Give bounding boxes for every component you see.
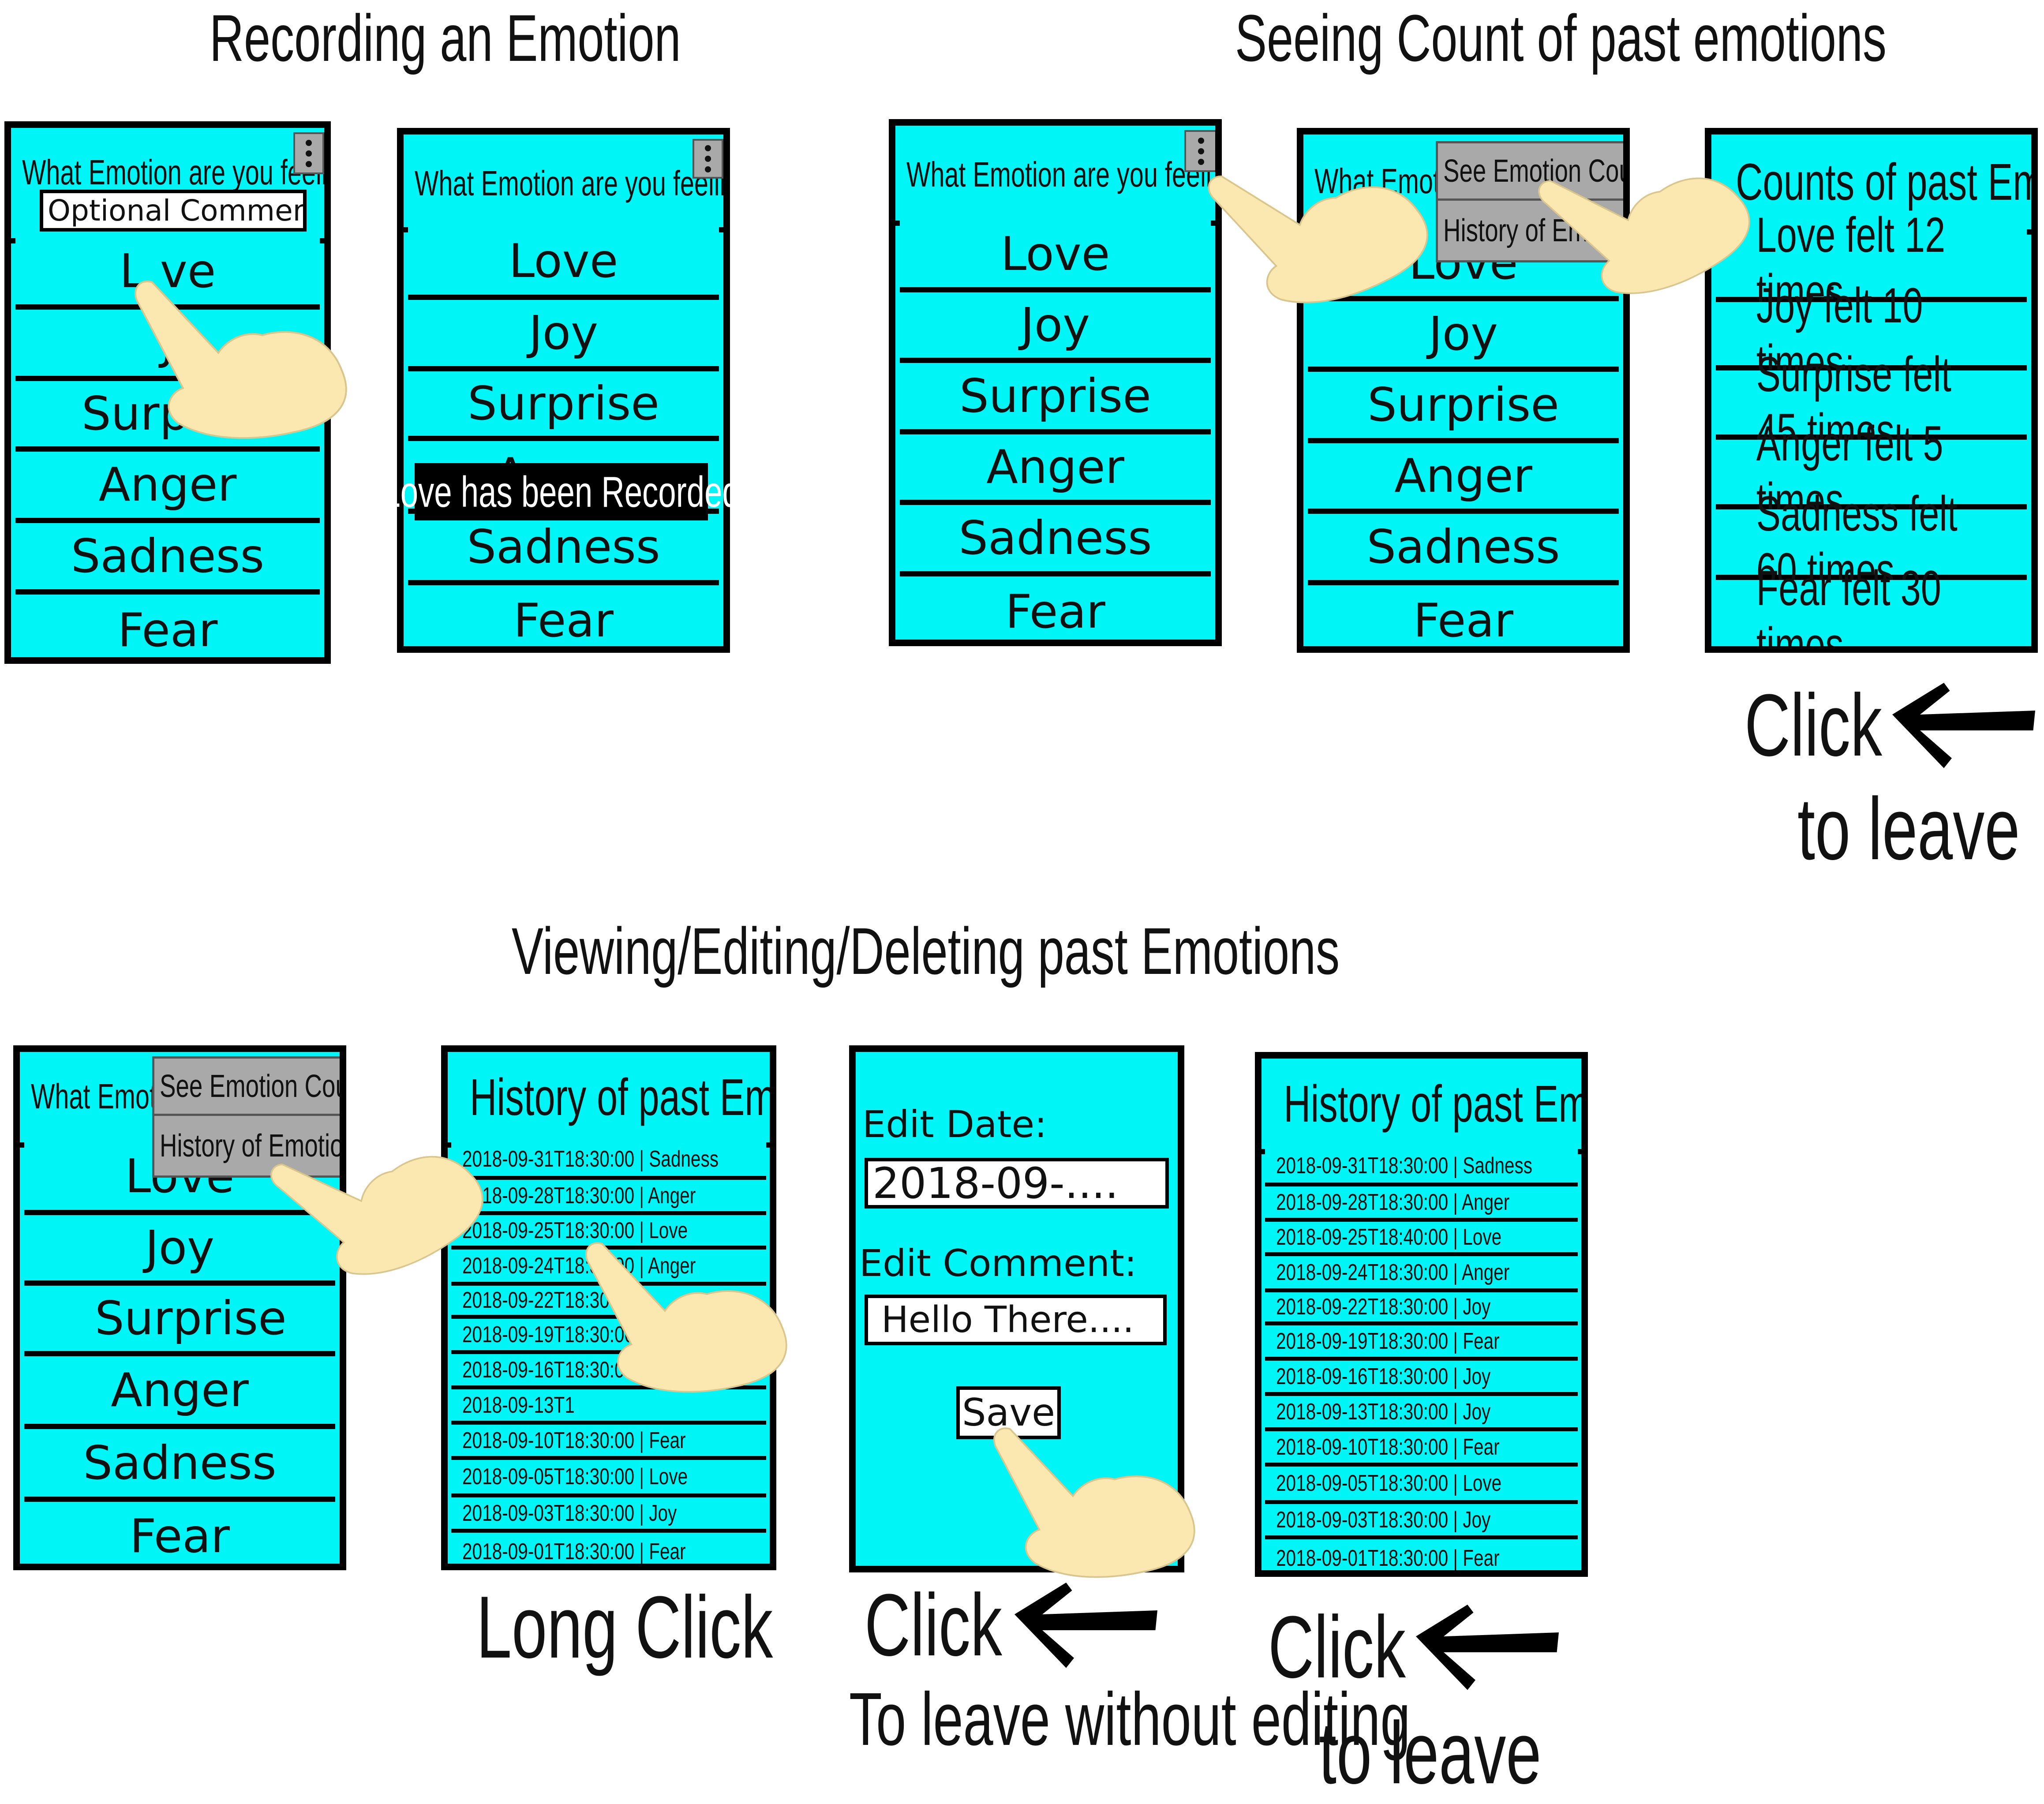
hand-pointer-icon: [1535, 120, 1763, 319]
hand-pointer-icon: [993, 1427, 1195, 1578]
back-arrow-icon: [1892, 683, 2035, 768]
hand-pointer-icon: [1205, 127, 1439, 325]
back-arrow-icon: [1015, 1583, 1157, 1668]
back-arrow-icon: [1416, 1605, 1559, 1690]
hand-pointer-icon: [134, 281, 347, 439]
annotation-overlay: [134, 120, 2035, 1690]
hand-pointer-icon: [267, 1097, 498, 1301]
hand-pointer-icon: [585, 1242, 787, 1393]
